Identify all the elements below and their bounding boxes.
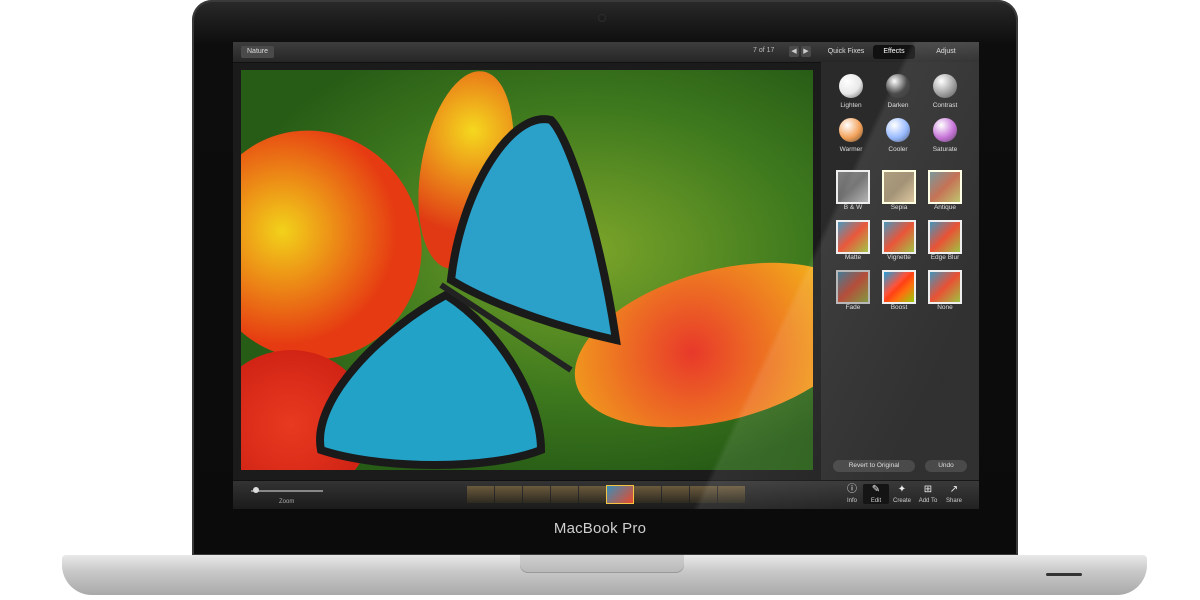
warmer-effect[interactable]	[839, 118, 863, 142]
filmstrip	[467, 485, 746, 504]
preset-label: Boost	[890, 304, 908, 311]
preset-boost[interactable]	[882, 270, 916, 304]
iphoto-window: Nature 7 of 17 ◀ ▶ Quick Fixes Effects A…	[233, 42, 979, 509]
create-icon: ✦	[897, 484, 907, 495]
cooler-effect[interactable]	[886, 118, 910, 142]
tab-quick-fixes[interactable]: Quick Fixes	[823, 45, 869, 59]
preset-edge-blur[interactable]	[928, 220, 962, 254]
chevron-left-icon[interactable]: ◀	[789, 46, 799, 57]
photo-counter: 7 of 17	[753, 47, 775, 54]
tab-adjust[interactable]: Adjust	[923, 45, 969, 59]
filmstrip-thumb[interactable]	[690, 486, 718, 503]
preset-label: Edge Blur	[930, 254, 960, 261]
preset-antique[interactable]	[928, 170, 962, 204]
filmstrip-thumb[interactable]	[522, 486, 550, 503]
brush-icon: ✎	[871, 484, 881, 495]
filmstrip-thumb[interactable]	[494, 486, 522, 503]
preset-label: Fade	[845, 304, 861, 311]
butterfly-graphic	[316, 115, 621, 469]
preset-bw[interactable]	[836, 170, 870, 204]
effect-label: Contrast	[932, 102, 958, 109]
zoom-slider-knob[interactable]	[253, 487, 259, 493]
lid-notch	[520, 555, 684, 573]
preset-label: Sepia	[890, 204, 908, 211]
sleep-indicator	[1046, 573, 1082, 576]
filmstrip-thumb[interactable]	[467, 486, 494, 503]
zoom-label: Zoom	[279, 499, 295, 505]
undo-button[interactable]: Undo	[925, 460, 967, 472]
preset-sepia[interactable]	[882, 170, 916, 204]
add-to-button[interactable]: ⊞ Add To	[915, 484, 941, 504]
filmstrip-thumb[interactable]	[634, 486, 662, 503]
preset-label: Matte	[844, 254, 862, 261]
camera-icon	[598, 14, 606, 22]
filmstrip-thumb[interactable]	[578, 486, 606, 503]
effect-label: Warmer	[839, 146, 863, 153]
album-back-button[interactable]: Nature	[241, 46, 275, 58]
revert-to-original-button[interactable]: Revert to Original	[833, 460, 915, 472]
share-icon: ↗	[949, 484, 959, 495]
share-button[interactable]: ↗ Share	[941, 484, 967, 504]
chevron-right-icon[interactable]: ▶	[801, 46, 811, 57]
darken-effect[interactable]	[886, 74, 910, 98]
zoom-slider[interactable]	[251, 490, 323, 492]
preset-label: None	[937, 304, 953, 311]
saturate-effect[interactable]	[933, 118, 957, 142]
preset-fade[interactable]	[836, 270, 870, 304]
preset-label: Antique	[933, 204, 957, 211]
effects-panel: Lighten Darken Contrast Warmer Cooler Sa…	[821, 62, 979, 480]
effect-label: Darken	[887, 102, 909, 109]
lighten-effect[interactable]	[839, 74, 863, 98]
effect-label: Saturate	[932, 146, 958, 153]
contrast-effect[interactable]	[933, 74, 957, 98]
effect-label: Cooler	[888, 146, 908, 153]
tab-effects[interactable]: Effects	[873, 45, 915, 59]
edit-button[interactable]: ✎ Edit	[863, 484, 889, 504]
preset-vignette[interactable]	[882, 220, 916, 254]
add-icon: ⊞	[923, 484, 933, 495]
create-button[interactable]: ✦ Create	[889, 484, 915, 504]
preset-label: Vignette	[887, 254, 911, 261]
preset-label: B & W	[843, 204, 863, 211]
effect-label: Lighten	[840, 102, 862, 109]
info-icon: ⓘ	[847, 484, 857, 495]
info-button[interactable]: ⓘ Info	[839, 484, 865, 504]
filmstrip-thumb[interactable]	[718, 486, 746, 503]
bottom-toolbar: Zoom ⓘ Info ✎ Edit ✦ Create ⊞ Add To ↗ Share	[233, 480, 979, 509]
preset-none[interactable]	[928, 270, 962, 304]
top-toolbar: Nature 7 of 17 ◀ ▶ Quick Fixes Effects A…	[233, 42, 979, 63]
filmstrip-thumb-selected[interactable]	[605, 485, 635, 504]
brand-label: MacBook Pro	[553, 520, 647, 537]
filmstrip-thumb[interactable]	[550, 486, 578, 503]
filmstrip-thumb[interactable]	[662, 486, 690, 503]
preset-matte[interactable]	[836, 220, 870, 254]
main-photo	[241, 70, 813, 470]
